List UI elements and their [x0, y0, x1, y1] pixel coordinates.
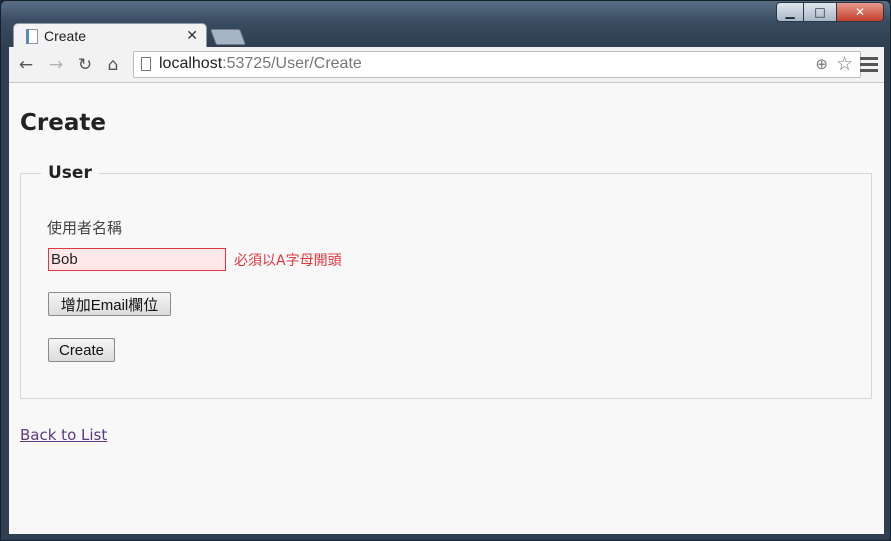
back-arrow-icon[interactable]: ←: [15, 54, 37, 76]
tab-title: Create: [44, 28, 87, 44]
page-icon: [141, 57, 151, 71]
reload-icon[interactable]: ↻: [74, 54, 96, 76]
back-to-list-link[interactable]: Back to List: [20, 426, 107, 444]
user-fieldset: User 使用者名稱 必須以A字母開頭 增加Email欄位 Create: [20, 163, 872, 399]
validation-error-message: 必須以A字母開頭: [234, 253, 342, 269]
browser-toolbar: ← → ↻ ⌂ localhost:53725/User/Create ⊕ ☆: [9, 47, 884, 83]
tab-close-icon[interactable]: ✕: [186, 27, 198, 44]
window-controls: ▁ □ ✕: [776, 2, 884, 22]
maximize-button[interactable]: □: [803, 2, 837, 22]
create-button[interactable]: Create: [48, 338, 115, 362]
forward-arrow-icon[interactable]: →: [45, 54, 67, 76]
menu-icon[interactable]: [860, 54, 878, 72]
address-bar[interactable]: localhost:53725/User/Create ⊕ ☆: [133, 51, 861, 78]
username-input[interactable]: [48, 248, 226, 271]
browser-window: ▁ □ ✕ Create ✕ ← → ↻ ⌂ localhost:53725/U…: [0, 0, 891, 541]
zoom-icon[interactable]: ⊕: [815, 55, 828, 73]
username-label: 使用者名稱: [47, 219, 123, 237]
browser-tab[interactable]: Create ✕: [13, 23, 207, 48]
bookmark-star-icon[interactable]: ☆: [836, 53, 853, 75]
page-favicon-icon: [26, 28, 38, 44]
minimize-button[interactable]: ▁: [776, 2, 804, 22]
page-title: Create: [20, 110, 106, 136]
close-window-button[interactable]: ✕: [836, 2, 884, 22]
add-email-field-button[interactable]: 增加Email欄位: [48, 292, 171, 316]
fieldset-legend: User: [48, 163, 92, 183]
home-icon[interactable]: ⌂: [102, 54, 124, 76]
new-tab-button[interactable]: [210, 29, 246, 45]
url-text[interactable]: localhost:53725/User/Create: [159, 55, 362, 73]
page-content: Create User 使用者名稱 必須以A字母開頭 增加Email欄位 Cre…: [9, 83, 884, 534]
